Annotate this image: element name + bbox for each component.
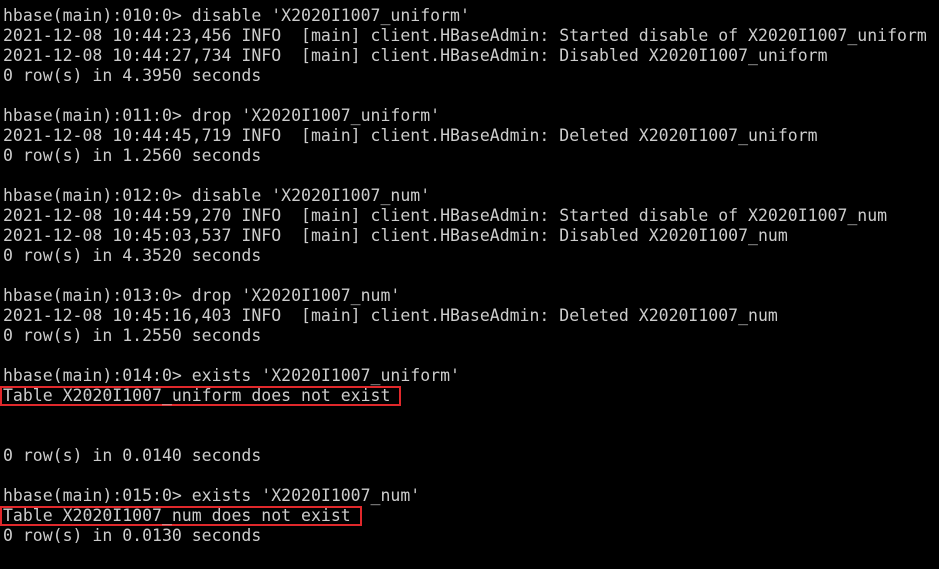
highlight-box-num: Table X2020I1007_num does not exist [0,506,362,526]
prompt-line: hbase(main):013:0> drop 'X2020I1007_num' [3,286,401,305]
log-line: 2021-12-08 10:44:27,734 INFO [main] clie… [3,46,828,65]
log-line: 2021-12-08 10:44:45,719 INFO [main] clie… [3,126,818,145]
prompt-line: hbase(main):010:0> disable 'X2020I1007_u… [3,6,470,25]
result-line: 0 row(s) in 4.3950 seconds [3,66,262,85]
result-line: 0 row(s) in 0.0130 seconds [3,526,262,545]
log-line: 2021-12-08 10:44:59,270 INFO [main] clie… [3,206,888,225]
highlight-box-uniform: Table X2020I1007_uniform does not exist [0,386,402,406]
result-line: 0 row(s) in 1.2550 seconds [3,326,262,345]
prompt-line: hbase(main):015:0> exists 'X2020I1007_nu… [3,486,421,505]
highlighted-line: Table X2020I1007_num does not exist [0,506,939,526]
log-line: 2021-12-08 10:45:16,403 INFO [main] clie… [3,306,778,325]
log-line: 2021-12-08 10:45:03,537 INFO [main] clie… [3,226,788,245]
result-line: 0 row(s) in 4.3520 seconds [3,246,262,265]
highlighted-line: Table X2020I1007_uniform does not exist [0,386,939,406]
result-line: 0 row(s) in 1.2560 seconds [3,146,262,165]
terminal-output[interactable]: hbase(main):010:0> disable 'X2020I1007_u… [0,0,939,569]
prompt-line: hbase(main):011:0> drop 'X2020I1007_unif… [3,106,441,125]
prompt-line: hbase(main):014:0> exists 'X2020I1007_un… [3,366,460,385]
prompt-line: hbase(main):012:0> disable 'X2020I1007_n… [3,186,431,205]
log-line: 2021-12-08 10:44:23,456 INFO [main] clie… [3,26,927,45]
result-line: 0 row(s) in 0.0140 seconds [3,446,262,465]
